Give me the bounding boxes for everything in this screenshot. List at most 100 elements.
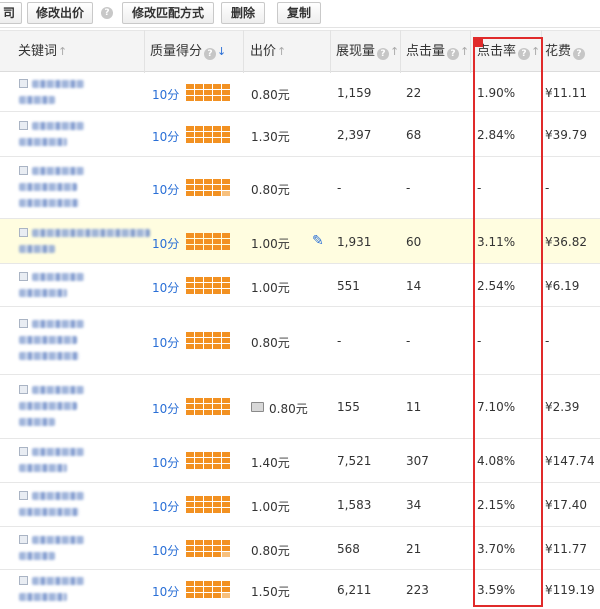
modify-bid-button[interactable]: 修改出价	[27, 2, 93, 24]
keyword-text-blurred[interactable]	[19, 95, 55, 104]
help-icon[interactable]: ?	[204, 48, 217, 60]
quality-score-link[interactable]: 10分	[152, 235, 179, 252]
quality-bar	[186, 125, 230, 143]
bid-value[interactable]: 0.80元	[269, 400, 308, 417]
col-quality[interactable]: 质量得分? ↓	[150, 31, 226, 72]
help-icon[interactable]: ?	[447, 48, 460, 60]
quality-score-link[interactable]: 10分	[152, 334, 179, 351]
clicks-value: -	[406, 334, 411, 348]
keyword-checkbox[interactable]	[19, 78, 28, 88]
col-bid-label: 出价	[250, 44, 277, 59]
keyword-text-blurred[interactable]	[32, 228, 150, 237]
bid-value[interactable]: 1.00元	[251, 498, 290, 515]
clicks-value: 68	[406, 127, 422, 142]
keyword-text-blurred[interactable]	[19, 402, 77, 410]
col-keyword[interactable]: 关键词↑	[18, 31, 67, 72]
quality-score-link[interactable]: 10分	[152, 181, 179, 198]
keyword-checkbox[interactable]	[19, 166, 28, 175]
bid-value[interactable]: 0.80元	[251, 86, 290, 103]
device-badge-icon	[251, 402, 264, 412]
quality-score-link[interactable]: 10分	[152, 454, 179, 471]
keyword-checkbox[interactable]	[19, 534, 28, 544]
bid-value[interactable]: 0.80元	[251, 542, 290, 559]
quality-score-link[interactable]: 10分	[152, 279, 179, 296]
col-cost[interactable]: 花费?	[545, 31, 586, 72]
keyword-text-blurred[interactable]	[19, 244, 55, 253]
keyword-text-blurred[interactable]	[19, 508, 79, 516]
sort-up-icon[interactable]: ↑	[58, 31, 67, 72]
keyword-checkbox[interactable]	[19, 576, 28, 585]
col-bid[interactable]: 出价↑	[250, 31, 286, 72]
clicks-value: -	[406, 181, 411, 195]
clicks-value: 11	[406, 400, 422, 414]
keyword-text-blurred[interactable]	[32, 121, 84, 130]
bid-value[interactable]: 1.40元	[251, 454, 290, 471]
keyword-checkbox[interactable]	[19, 447, 28, 456]
keyword-text-blurred[interactable]	[32, 272, 84, 281]
keyword-text-blurred[interactable]	[32, 167, 84, 175]
sort-down-icon[interactable]: ↓	[217, 31, 226, 72]
bid-value[interactable]: 1.50元	[251, 583, 290, 600]
keyword-text-blurred[interactable]	[32, 320, 84, 328]
keyword-text-blurred[interactable]	[19, 199, 79, 207]
sort-up-icon[interactable]: ↑	[390, 31, 399, 72]
keyword-text-blurred[interactable]	[19, 183, 77, 191]
quality-score-link[interactable]: 10分	[152, 86, 179, 103]
help-icon[interactable]: ?	[101, 7, 113, 19]
keyword-text-blurred[interactable]	[19, 593, 67, 601]
keyword-text-blurred[interactable]	[32, 448, 84, 456]
impressions-value: -	[337, 181, 342, 195]
help-icon[interactable]: ?	[377, 48, 390, 60]
keyword-checkbox[interactable]	[19, 491, 28, 500]
impressions-value: 1,159	[337, 85, 372, 100]
keyword-text-blurred[interactable]	[19, 137, 67, 146]
quality-bar	[186, 179, 230, 196]
bid-value[interactable]: 1.00元	[251, 235, 290, 252]
keyword-text-blurred[interactable]	[19, 418, 55, 426]
cost-value: -	[545, 181, 550, 195]
bid-value[interactable]: 0.80元	[251, 181, 290, 198]
bid-value[interactable]: 1.00元	[251, 279, 290, 296]
impressions-value: -	[337, 334, 342, 348]
impressions-value: 2,397	[337, 127, 372, 142]
keyword-checkbox[interactable]	[19, 271, 28, 281]
cost-value: -	[545, 334, 550, 348]
clicks-value: 223	[406, 583, 429, 597]
keyword-checkbox[interactable]	[19, 319, 28, 328]
keyword-checkbox[interactable]	[19, 120, 28, 130]
partial-button[interactable]: 司	[0, 2, 22, 24]
bid-value[interactable]: 1.30元	[251, 128, 290, 145]
keyword-text-blurred[interactable]	[19, 288, 67, 297]
quality-score-link[interactable]: 10分	[152, 542, 179, 559]
quality-score-link[interactable]: 10分	[152, 128, 179, 145]
cost-value: ¥36.82	[545, 234, 587, 249]
keyword-text-blurred[interactable]	[19, 336, 77, 344]
quality-score-link[interactable]: 10分	[152, 583, 179, 600]
quality-score-link[interactable]: 10分	[152, 400, 179, 417]
edit-pencil-icon[interactable]: ✎	[312, 233, 324, 249]
bid-value[interactable]: 0.80元	[251, 334, 290, 351]
keyword-text-blurred[interactable]	[19, 352, 79, 360]
impressions-value: 568	[337, 541, 360, 556]
delete-button[interactable]: 删除	[221, 2, 265, 24]
sort-up-icon[interactable]: ↑	[460, 31, 469, 72]
help-icon[interactable]: ?	[573, 48, 586, 60]
modify-match-button[interactable]: 修改匹配方式	[122, 2, 214, 24]
keyword-text-blurred[interactable]	[32, 535, 84, 544]
copy-button[interactable]: 复制	[277, 2, 321, 24]
cost-value: ¥147.74	[545, 454, 595, 468]
sort-up-icon[interactable]: ↑	[277, 31, 286, 72]
keyword-checkbox[interactable]	[19, 385, 28, 394]
col-impressions[interactable]: 展现量? ↑	[336, 31, 399, 72]
cost-value: ¥17.40	[545, 498, 587, 512]
annotation-marker	[475, 38, 483, 47]
keyword-text-blurred[interactable]	[32, 577, 84, 585]
keyword-text-blurred[interactable]	[19, 464, 67, 472]
keyword-checkbox[interactable]	[19, 227, 28, 237]
keyword-text-blurred[interactable]	[32, 492, 84, 500]
keyword-text-blurred[interactable]	[19, 551, 55, 560]
keyword-text-blurred[interactable]	[32, 79, 84, 88]
quality-score-link[interactable]: 10分	[152, 498, 179, 515]
keyword-text-blurred[interactable]	[32, 386, 84, 394]
col-clicks[interactable]: 点击量? ↑	[406, 31, 469, 72]
